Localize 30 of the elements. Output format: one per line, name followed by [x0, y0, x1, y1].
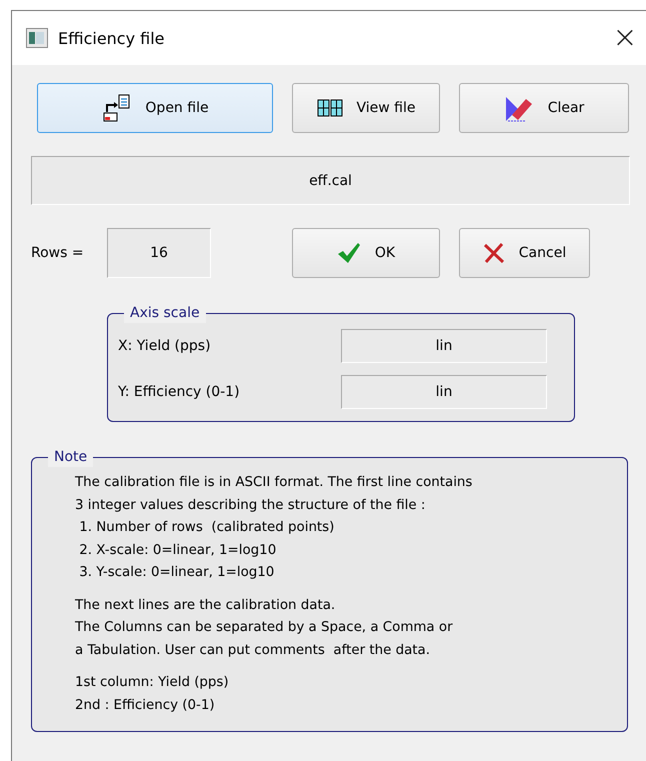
note-text: 3. Y-scale: 0=linear, 1=log10 [78, 564, 276, 582]
clear-button[interactable]: Clear [459, 83, 629, 133]
open-file-button[interactable]: Open file [37, 83, 273, 133]
file-name-field: eff.cal [31, 156, 630, 205]
view-file-button[interactable]: View file [292, 83, 440, 133]
note-text: The calibration file is in ASCII format. The first line contains [75, 474, 474, 492]
rows-label: Rows = [31, 245, 85, 261]
note-text: 2nd : Efficiency (0-1) [75, 696, 216, 714]
cross-icon [482, 242, 505, 264]
note-text: 3 integer values describing the structure of the file : [75, 496, 426, 514]
grid-icon [316, 98, 342, 118]
window-title: Efficiency file [58, 28, 166, 48]
group-title: Axis scale [124, 303, 206, 323]
check-icon [336, 242, 361, 264]
note-text: 1st column: Yield (pps) [75, 674, 230, 692]
close-button[interactable]: × [603, 23, 646, 53]
axis-label: Y: Efficiency (0-1) [118, 384, 241, 400]
axis-label: X: Yield (pps) [118, 338, 212, 354]
note-text: 1. Number of rows (calibrated points) [78, 519, 336, 537]
app-icon [26, 28, 48, 48]
note-text: 2. X-scale: 0=linear, 1=log10 [78, 542, 278, 560]
note-text: a Tabulation. User can put comments after the data. [75, 642, 431, 660]
rows-field: 16 [107, 228, 211, 278]
note-text: The Columns can be separated by a Space, a Comma or [75, 619, 454, 637]
cancel-button[interactable]: Cancel [459, 228, 590, 278]
scale-field: lin [341, 329, 547, 363]
open-file-icon [101, 93, 132, 123]
ok-button[interactable]: OK [292, 228, 440, 278]
note-text: The next lines are the calibration data. [75, 596, 336, 614]
scale-field: lin [341, 375, 547, 409]
